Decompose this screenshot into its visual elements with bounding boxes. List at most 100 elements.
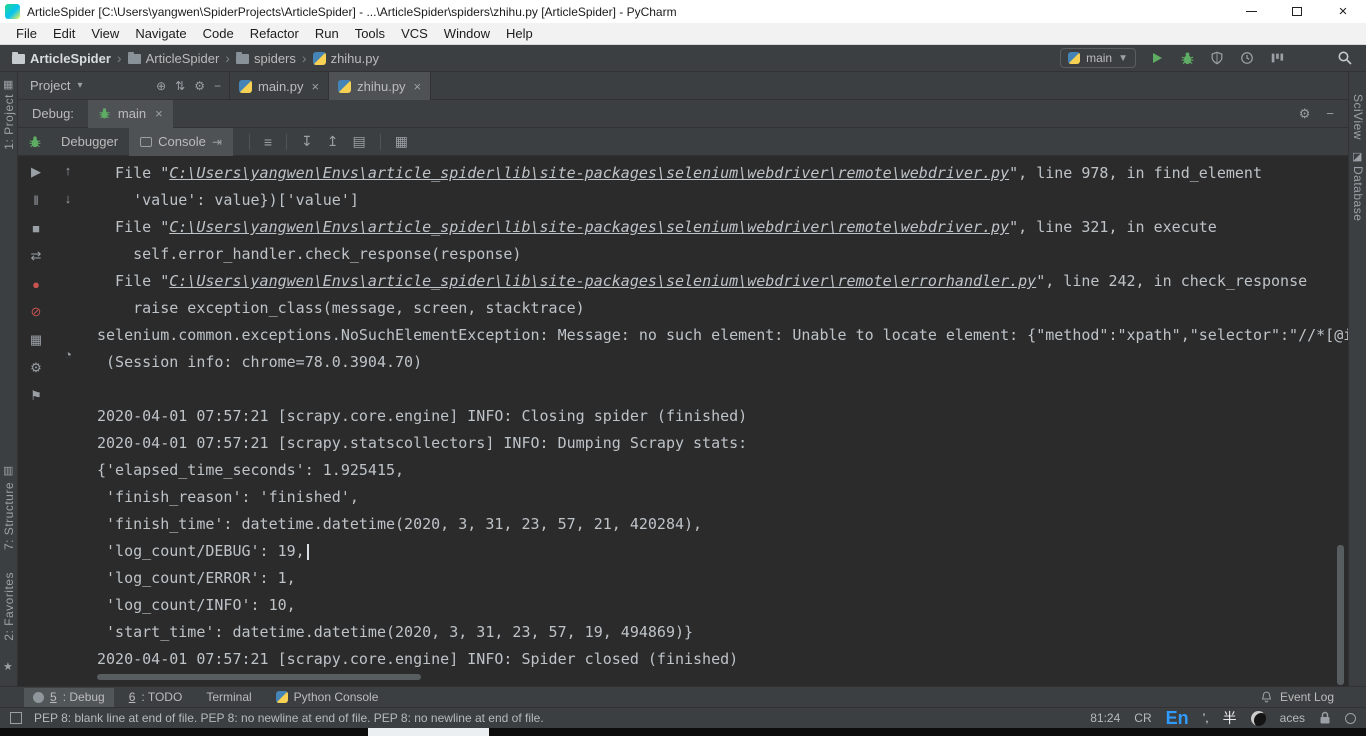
menu-file[interactable]: File (8, 26, 45, 41)
clear-all-icon[interactable]: ▦ (395, 133, 408, 150)
pause-icon[interactable]: ‖ (33, 192, 38, 208)
line-separator[interactable]: CR (1134, 711, 1151, 725)
inspections-widget-icon[interactable] (1345, 712, 1356, 724)
taskbar-item[interactable] (368, 728, 489, 736)
file-link[interactable]: C:\Users\yangwen\Envs\article_spider\lib… (169, 164, 1009, 182)
caret-position[interactable]: 81:24 (1090, 711, 1120, 725)
layout-windows-icon[interactable]: ▦ (30, 332, 42, 348)
breadcrumb-item-zhihu-py[interactable]: zhihu.py (312, 51, 379, 66)
locate-file-icon[interactable]: ⊕ (156, 79, 166, 93)
file-link[interactable]: C:\Users\yangwen\Envs\article_spider\lib… (169, 272, 1036, 290)
scroll-to-end-icon[interactable]: ↧ (301, 133, 313, 150)
run-button[interactable] (1148, 49, 1166, 67)
database-strip-icon[interactable]: ◪ (1352, 150, 1362, 163)
console-text-segment: 2020-04-01 07:57:21 [scrapy.statscollect… (97, 434, 748, 452)
tool-window-tab-debug[interactable]: 5: Debug (24, 687, 114, 707)
menu-edit[interactable]: Edit (45, 26, 83, 41)
ime-skin-moon-icon[interactable] (1250, 710, 1266, 726)
breadcrumb-item-spiders[interactable]: spiders (235, 51, 296, 66)
event-log-label: Event Log (1279, 690, 1334, 704)
tab-label: Debugger (61, 134, 119, 149)
tool-window-tab-todo[interactable]: 6: TODO (120, 688, 192, 707)
event-log-button[interactable]: Event Log (1260, 690, 1334, 704)
tab-console[interactable]: Console ⇥ (129, 127, 233, 156)
concurrency-button[interactable] (1268, 49, 1286, 67)
mute-breakpoints-icon[interactable]: ⊘ (31, 304, 42, 320)
menu-view[interactable]: View (83, 26, 127, 41)
favorites-star-icon[interactable]: ★ (3, 660, 13, 673)
tab-debugger[interactable]: Debugger (50, 128, 129, 156)
console-line: 'log_count/ERROR': 1, (97, 565, 1348, 592)
close-tab-icon[interactable]: × (414, 79, 422, 94)
menu-window[interactable]: Window (436, 26, 498, 41)
breakpoints-icon[interactable]: ● (32, 276, 40, 292)
project-panel-header[interactable]: Project ▾ ⊕ ⇅ ⚙ − (18, 72, 230, 99)
restore-layout-icon[interactable]: ⇄ (31, 248, 42, 264)
settings-gear-icon[interactable]: ⚙ (30, 360, 42, 376)
pin-icon[interactable]: ⚑ (30, 388, 42, 404)
editor-tab-zhihu-py[interactable]: zhihu.py × (329, 72, 432, 100)
structure-strip-icon[interactable]: ▥ (3, 464, 13, 477)
maximize-button[interactable] (1274, 0, 1320, 23)
run-config-selector[interactable]: main ▼ (1060, 48, 1136, 68)
menu-navigate[interactable]: Navigate (127, 26, 194, 41)
close-session-icon[interactable]: × (155, 106, 163, 121)
editor-tab-main-py[interactable]: main.py × (230, 72, 330, 100)
menu-run[interactable]: Run (307, 26, 347, 41)
chevron-down-icon[interactable]: ▾ (77, 80, 82, 91)
tool-strip-project[interactable]: 1: Project (2, 94, 16, 150)
up-stack-icon[interactable]: ↑ (65, 162, 72, 178)
hide-panel-icon[interactable]: − (1326, 106, 1334, 121)
debug-button[interactable] (1178, 49, 1196, 67)
tab-mnemonic: 5 (50, 690, 57, 704)
horizontal-scrollbar[interactable] (97, 674, 421, 680)
ime-width-indicator[interactable]: 半 (1223, 708, 1237, 728)
coverage-button[interactable] (1208, 49, 1226, 67)
breadcrumb-item-articlespider[interactable]: ArticleSpider (12, 51, 111, 66)
collapse-all-icon[interactable]: ⇅ (175, 79, 185, 93)
tab-label: Terminal (206, 690, 252, 704)
breadcrumb-item-articlespider[interactable]: ArticleSpider (127, 51, 219, 66)
debug-view-tabs: Debugger Console ⇥ (50, 127, 233, 156)
console-line: 2020-04-01 07:57:21 [scrapy.core.engine]… (97, 403, 1348, 430)
scroll-to-top-icon[interactable]: ↥ (327, 133, 339, 150)
soft-wrap-icon[interactable]: ≡ (264, 134, 272, 150)
settings-gear-icon[interactable]: ⚙ (1299, 106, 1311, 122)
menu-refactor[interactable]: Refactor (242, 26, 307, 41)
file-link[interactable]: C:\Users\yangwen\Envs\article_spider\lib… (169, 218, 1009, 236)
settings-gear-icon[interactable]: ⚙ (194, 79, 205, 93)
text-cursor (306, 543, 309, 560)
tool-window-tab-python-console[interactable]: Python Console (267, 688, 388, 707)
menu-help[interactable]: Help (498, 26, 541, 41)
print-icon[interactable]: ▤ (353, 133, 366, 150)
console-text-segment: selenium.common.exceptions.NoSuchElement… (97, 326, 1348, 344)
menu-tools[interactable]: Tools (347, 26, 393, 41)
tool-strip-sciview[interactable]: SciView (1351, 94, 1365, 140)
debug-session-tab-main[interactable]: main × (87, 99, 173, 128)
tabs-row: Project ▾ ⊕ ⇅ ⚙ − main.py × zhihu.py × (18, 72, 1348, 100)
profiler-button[interactable] (1238, 49, 1256, 67)
close-tab-icon[interactable]: × (312, 79, 320, 94)
resume-icon[interactable]: ▶ (31, 164, 41, 180)
tool-strip-structure[interactable]: 7: Structure (2, 482, 16, 550)
tool-strip-database[interactable]: Database (1351, 166, 1365, 221)
project-strip-icon[interactable]: ▦ (3, 78, 13, 91)
lock-icon[interactable] (1319, 711, 1331, 725)
tool-window-switcher-icon[interactable] (10, 712, 22, 724)
down-stack-icon[interactable]: ↓ (65, 190, 72, 206)
debug-console[interactable]: ▶ ‖ ■ ⇄ ● ⊘ ▦ ⚙ ⚑ ↑ ↓ ◔ File "C:\Users\yangwen\Env… (18, 156, 1348, 686)
ime-language-indicator[interactable]: En (1166, 708, 1189, 729)
close-button[interactable]: × (1320, 0, 1366, 23)
tool-strip-favorites[interactable]: 2: Favorites (2, 572, 16, 641)
indent-widget[interactable]: aces (1280, 711, 1305, 725)
history-icon[interactable]: ◔ (64, 346, 72, 362)
menu-vcs[interactable]: VCS (393, 26, 436, 41)
ime-punctuation-indicator[interactable]: ’, (1203, 711, 1209, 725)
hide-panel-icon[interactable]: − (214, 79, 221, 93)
tool-window-tab-terminal[interactable]: Terminal (197, 688, 260, 707)
menu-code[interactable]: Code (195, 26, 242, 41)
minimize-button[interactable] (1228, 0, 1274, 23)
search-everywhere-icon[interactable] (1336, 49, 1354, 67)
vertical-scrollbar[interactable] (1337, 545, 1344, 685)
stop-icon[interactable]: ■ (32, 220, 40, 236)
